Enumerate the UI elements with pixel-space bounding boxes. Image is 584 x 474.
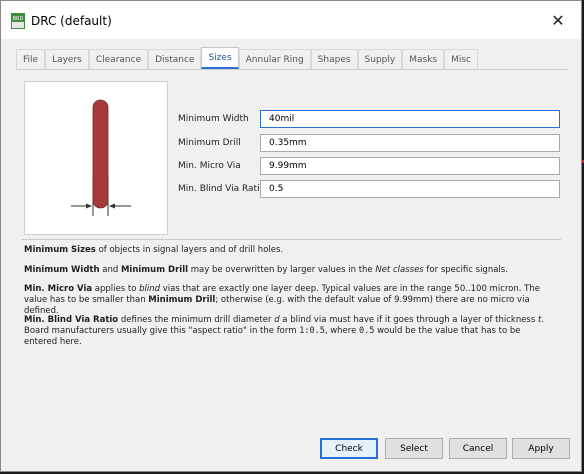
min-blind-via-ratio-field[interactable] bbox=[260, 180, 560, 198]
min-blind-via-ratio-label: Min. Blind Via Ratio bbox=[178, 184, 266, 194]
description-blind-via-ratio: Min. Blind Via Ratio defines the minimum… bbox=[24, 315, 545, 347]
drc-dialog: BRD DRC (default) ✕ File Layers Clearanc… bbox=[0, 0, 582, 472]
close-icon: ✕ bbox=[551, 10, 565, 30]
trace-width-diagram bbox=[71, 99, 131, 216]
trace-size-preview bbox=[24, 81, 168, 235]
tab-clearance[interactable]: Clearance bbox=[88, 49, 149, 69]
app-icon-text: BRD bbox=[13, 16, 24, 22]
close-button[interactable]: ✕ bbox=[535, 1, 581, 39]
title-bar: BRD DRC (default) ✕ bbox=[1, 1, 581, 39]
arrowhead-left bbox=[86, 203, 92, 209]
apply-button[interactable]: Apply bbox=[512, 438, 570, 459]
arrowhead-right bbox=[109, 203, 115, 209]
description-width-drill: Minimum Width and Minimum Drill may be o… bbox=[24, 265, 508, 275]
section-divider bbox=[22, 239, 561, 240]
sizes-tab-panel: Minimum Width Minimum Drill Min. Micro V… bbox=[16, 69, 568, 420]
min-drill-field[interactable] bbox=[260, 134, 560, 152]
check-button[interactable]: Check bbox=[320, 438, 378, 459]
eagle-brd-icon: BRD bbox=[11, 13, 25, 29]
min-width-field[interactable] bbox=[260, 110, 560, 128]
cancel-button[interactable]: Cancel bbox=[449, 438, 507, 459]
tab-misc[interactable]: Misc bbox=[444, 49, 478, 69]
tab-supply[interactable]: Supply bbox=[357, 49, 403, 69]
tab-shapes[interactable]: Shapes bbox=[310, 49, 358, 69]
description-minimum-sizes: Minimum Sizes of objects in signal layer… bbox=[24, 245, 284, 255]
description-micro-via: Min. Micro Via applies to blind vias tha… bbox=[24, 284, 540, 316]
window-title: DRC (default) bbox=[31, 14, 112, 28]
select-button[interactable]: Select bbox=[385, 438, 443, 459]
min-drill-label: Minimum Drill bbox=[178, 138, 241, 148]
tab-annular-ring[interactable]: Annular Ring bbox=[238, 49, 311, 69]
tab-masks[interactable]: Masks bbox=[402, 49, 445, 69]
min-width-label: Minimum Width bbox=[178, 114, 249, 124]
trace-shape bbox=[92, 99, 109, 209]
tab-file[interactable]: File bbox=[16, 49, 46, 69]
tab-bar: File Layers Clearance Distance Sizes Ann… bbox=[16, 47, 478, 69]
tab-layers[interactable]: Layers bbox=[45, 49, 89, 69]
tab-distance[interactable]: Distance bbox=[148, 49, 202, 69]
min-micro-via-field[interactable] bbox=[260, 157, 560, 175]
tab-sizes[interactable]: Sizes bbox=[201, 47, 239, 69]
min-micro-via-label: Min. Micro Via bbox=[178, 161, 241, 171]
